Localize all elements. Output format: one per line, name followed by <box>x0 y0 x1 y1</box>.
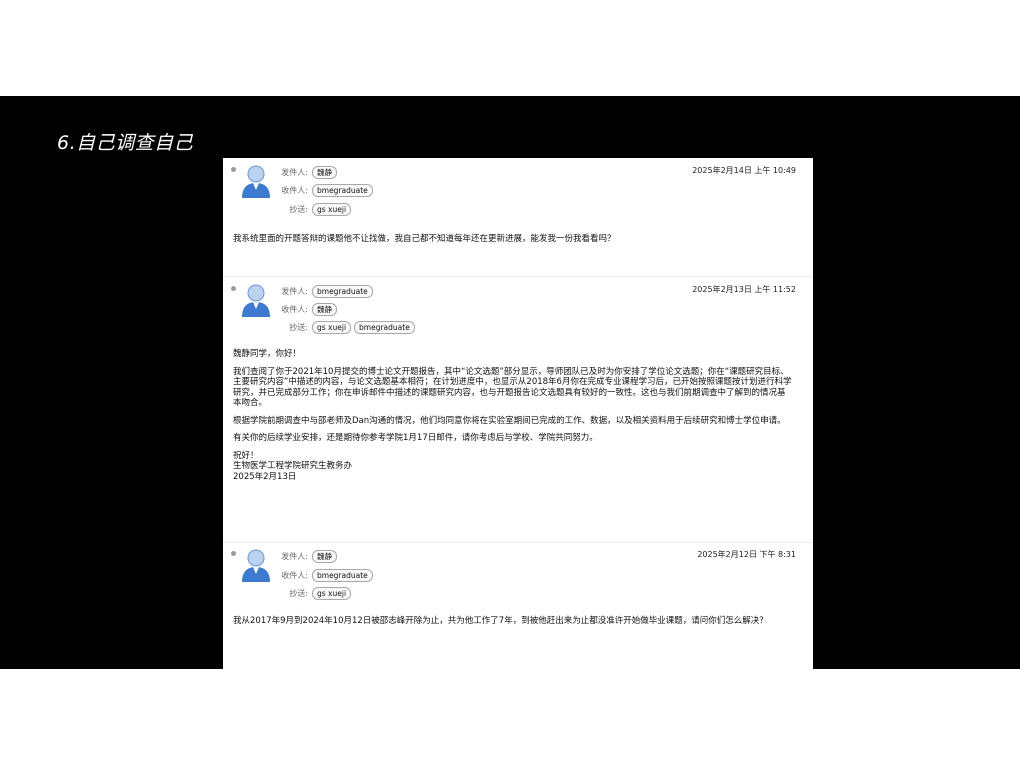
from-row: 发件人: 魏静 <box>275 549 340 563</box>
person-avatar-icon <box>242 165 270 198</box>
unread-dot-icon <box>231 286 236 291</box>
email-date: 2025年2月13日 上午 11:52 <box>692 285 796 294</box>
cc-row: 抄送: gs xueji <box>275 586 354 600</box>
to-row: 收件人: 魏静 <box>275 302 340 316</box>
email-paragraph: 有关你的后续学业安排，还是期待你参考学院1月17日邮件，请你考虑后与学校、学院共… <box>233 433 598 443</box>
cc-chip[interactable]: gs xueji <box>312 202 352 216</box>
recipient-chip[interactable]: bmegraduate <box>312 568 373 582</box>
sender-chip[interactable]: 魏静 <box>312 549 337 563</box>
email-body: 我系统里面的开题答辩的课题他不让找做，我自己都不知道每年还在更新进展，能发我一份… <box>233 234 793 252</box>
cc-chip[interactable]: gs xueji <box>312 586 352 600</box>
person-avatar-icon <box>242 549 270 582</box>
recipient-chip[interactable]: bmegraduate <box>312 183 373 197</box>
from-label: 发件人: <box>281 551 308 561</box>
email-body: 魏静同学，你好！ 我们查阅了你于2021年10月提交的博士论文开题报告，其中“论… <box>233 349 793 482</box>
from-row: 发件人: 魏静 <box>275 165 340 179</box>
email-body-text: 我从2017年9月到2024年10月12日被邵志峰开除为止，共为他工作了7年，到… <box>233 616 768 626</box>
email-paragraph: 根据学院前期调查中与邵老师及Dan沟通的情况，他们均同意你将在实验室期间已完成的… <box>233 415 786 426</box>
cc-chip[interactable]: bmegraduate <box>354 320 415 334</box>
cc-label: 抄送: <box>289 588 308 598</box>
to-row: 收件人: bmegraduate <box>275 183 376 197</box>
email-paragraph: 我们查阅了你于2021年10月提交的博士论文开题报告，其中“论文选题”部分显示，… <box>233 366 792 409</box>
email-sign-date: 2025年2月13日 <box>233 471 297 482</box>
cc-label: 抄送: <box>289 204 308 214</box>
email-signoff: 祝好！ <box>233 450 259 461</box>
email-office: 生物医学工程学院研究生教务办 <box>233 461 353 471</box>
email-message[interactable]: 发件人: bmegraduate 收件人: 魏静 抄送: gs xueji bm… <box>223 276 813 543</box>
sender-chip[interactable]: 魏静 <box>312 165 337 179</box>
email-message[interactable]: 发件人: 魏静 收件人: bmegraduate 抄送: gs xueji 20… <box>223 158 813 276</box>
unread-dot-icon <box>231 167 236 172</box>
to-label: 收件人: <box>281 570 308 580</box>
cc-label: 抄送: <box>289 322 308 332</box>
to-label: 收件人: <box>281 185 308 195</box>
to-label: 收件人: <box>281 304 308 314</box>
cc-row: 抄送: gs xueji <box>275 202 354 216</box>
sender-chip[interactable]: bmegraduate <box>312 284 373 298</box>
from-label: 发件人: <box>281 167 308 177</box>
email-date: 2025年2月14日 上午 10:49 <box>692 166 796 175</box>
cc-chip[interactable]: gs xueji <box>312 320 352 334</box>
unread-dot-icon <box>231 551 236 556</box>
to-row: 收件人: bmegraduate <box>275 568 376 582</box>
from-row: 发件人: bmegraduate <box>275 284 376 298</box>
email-body: 我从2017年9月到2024年10月12日被邵志峰开除为止，共为他工作了7年，到… <box>233 616 793 634</box>
email-body-text: 我系统里面的开题答辩的课题他不让找做，我自己都不知道每年还在更新进展，能发我一份… <box>233 234 616 244</box>
from-label: 发件人: <box>281 286 308 296</box>
slide-title: 6.自己调查自己 <box>57 132 194 154</box>
cc-row: 抄送: gs xueji bmegraduate <box>275 320 418 334</box>
email-greeting: 魏静同学，你好！ <box>233 349 302 359</box>
email-message[interactable]: 发件人: 魏静 收件人: bmegraduate 抄送: gs xueji 20… <box>223 542 813 669</box>
person-avatar-icon <box>242 284 270 317</box>
recipient-chip[interactable]: 魏静 <box>312 302 337 316</box>
email-thread-screenshot: 发件人: 魏静 收件人: bmegraduate 抄送: gs xueji 20… <box>223 158 813 669</box>
email-date: 2025年2月12日 下午 8:31 <box>697 550 796 559</box>
